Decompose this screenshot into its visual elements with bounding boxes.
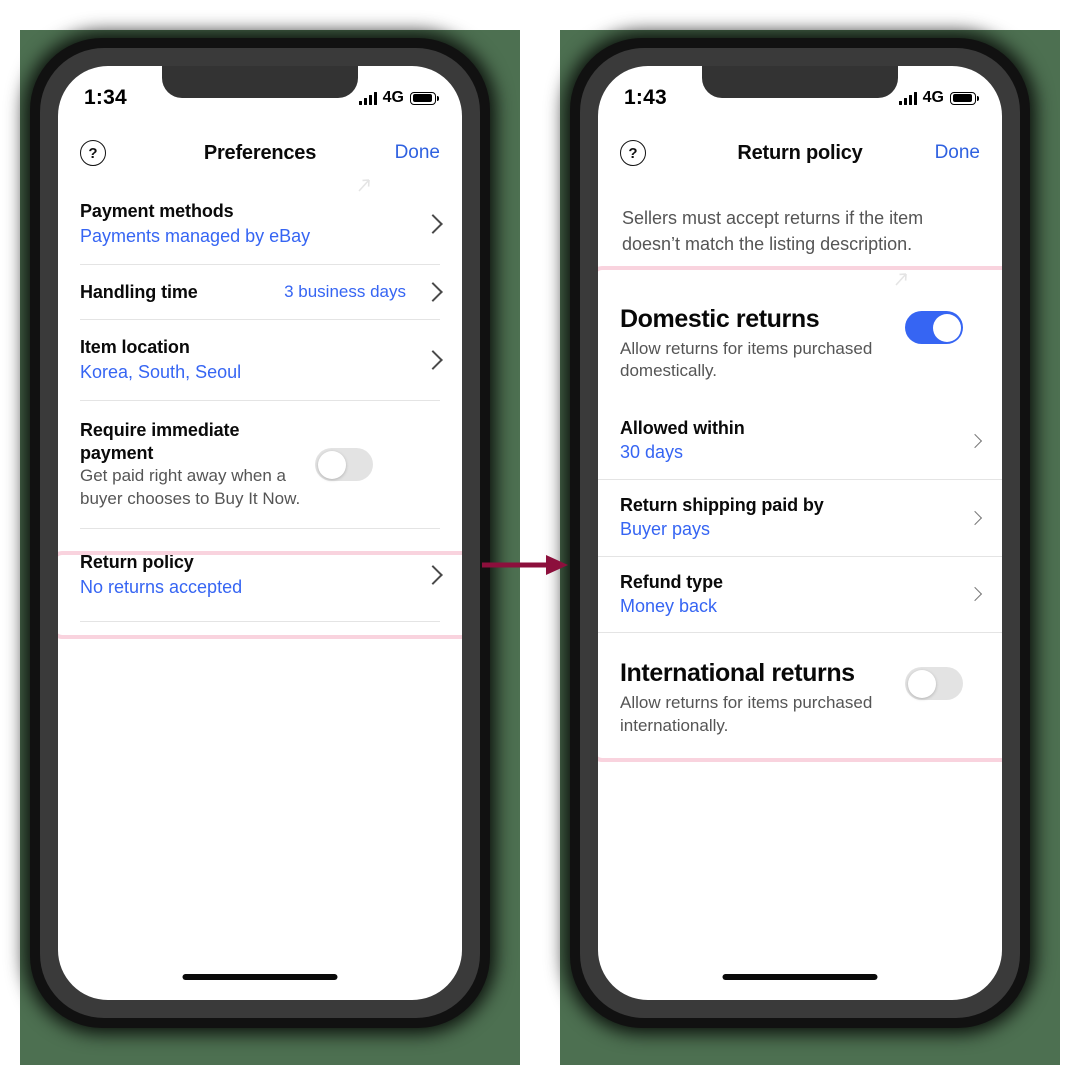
device-notch	[702, 66, 898, 98]
row-text: International returns Allow returns for …	[620, 659, 895, 737]
network-type-label: 4G	[922, 89, 944, 106]
chevron-right-icon	[967, 433, 983, 448]
section-description: Allow returns for items purchased intern…	[620, 693, 873, 735]
chevron-right-icon	[423, 282, 443, 303]
row-value: 3 business days	[284, 282, 406, 302]
row-text: Return policy No returns accepted	[80, 551, 418, 599]
phone-bezel-right: 1:43 4G ? Return policy Done Sellers mus…	[580, 48, 1020, 1018]
help-circle-icon[interactable]: ?	[620, 140, 646, 166]
network-type-label: 4G	[382, 89, 404, 106]
list-item-allowed-within[interactable]: Allowed within 30 days	[598, 403, 1002, 479]
row-description: Get paid right away when a buyer chooses…	[80, 466, 301, 508]
status-time: 1:34	[84, 86, 127, 109]
list-item-item-location[interactable]: Item location Korea, South, Seoul	[58, 320, 462, 400]
flow-arrow-right-icon	[482, 555, 568, 575]
row-text: Refund type Money back	[620, 571, 962, 619]
row-title: Return policy	[80, 552, 194, 573]
help-circle-icon[interactable]: ?	[80, 140, 106, 166]
row-text: Return shipping paid by Buyer pays	[620, 494, 962, 542]
row-text: Item location Korea, South, Seoul	[80, 336, 418, 384]
toggle-require-immediate-payment[interactable]	[315, 448, 373, 482]
home-indicator	[182, 974, 338, 980]
row-value: No returns accepted	[80, 576, 243, 597]
toggle-knob	[907, 669, 936, 698]
section-title: International returns	[620, 659, 855, 688]
status-time: 1:43	[624, 86, 667, 109]
nav-bar: ? Return policy Done	[598, 122, 1002, 184]
chevron-right-icon	[423, 350, 443, 371]
signal-bars-icon	[898, 91, 917, 105]
row-value: Buyer pays	[620, 519, 711, 540]
row-title: Return shipping paid by	[620, 494, 824, 515]
screen-corner-marker-bottom-left	[598, 974, 624, 1000]
phone-device-left: 1:34 4G ? Preferences Done Payment metho…	[30, 38, 490, 1028]
row-title: Allowed within	[620, 417, 745, 438]
row-text: Allowed within 30 days	[620, 417, 962, 465]
row-title: Handling time	[80, 281, 198, 302]
signal-bars-icon	[358, 91, 377, 105]
home-indicator	[722, 974, 878, 980]
toggle-international-returns[interactable]	[905, 667, 963, 701]
row-text: Domestic returns Allow returns for items…	[620, 305, 895, 383]
list-item-require-immediate-payment[interactable]: Require immediate payment Get paid right…	[58, 401, 462, 528]
status-indicators: 4G	[898, 81, 979, 107]
row-text: Payment methods Payments managed by eBay	[80, 200, 418, 248]
screenshot-stage: 1:34 4G ? Preferences Done Payment metho…	[0, 0, 1080, 1080]
list-item-refund-type[interactable]: Refund type Money back	[598, 557, 1002, 633]
section-domestic-returns[interactable]: Domestic returns Allow returns for items…	[598, 283, 1002, 403]
screen-corner-marker-bottom-left	[58, 974, 84, 1000]
phone-bezel-left: 1:34 4G ? Preferences Done Payment metho…	[40, 48, 480, 1018]
list-item-payment-methods[interactable]: Payment methods Payments managed by eBay	[58, 184, 462, 264]
section-international-returns[interactable]: International returns Allow returns for …	[598, 633, 1002, 763]
chevron-right-icon	[967, 510, 983, 525]
row-text: Handling time	[80, 281, 284, 304]
battery-full-icon	[410, 91, 439, 105]
toggle-knob	[932, 313, 961, 342]
phone-screen-return-policy: 1:43 4G ? Return policy Done Sellers mus…	[598, 66, 1002, 1000]
policy-intro-text: Sellers must accept returns if the item …	[622, 208, 924, 254]
chevron-right-icon	[423, 565, 443, 585]
row-title: Refund type	[620, 571, 723, 592]
battery-full-icon	[950, 91, 979, 105]
done-button[interactable]: Done	[395, 142, 440, 164]
toggle-domestic-returns[interactable]	[905, 311, 963, 345]
phone-screen-preferences: 1:34 4G ? Preferences Done Payment metho…	[58, 66, 462, 1000]
row-text: Require immediate payment Get paid right…	[80, 419, 305, 510]
list-item-return-shipping-paid-by[interactable]: Return shipping paid by Buyer pays	[598, 480, 1002, 556]
section-title: Domestic returns	[620, 305, 820, 334]
screen-corner-marker-bottom-right	[976, 974, 1002, 1000]
toggle-knob	[317, 450, 346, 479]
return-policy-list: Domestic returns Allow returns for items…	[598, 283, 1002, 763]
row-value: Money back	[620, 596, 718, 616]
list-item-return-policy[interactable]: Return policy No returns accepted	[58, 529, 462, 621]
row-title: Payment methods	[80, 201, 234, 221]
done-button[interactable]: Done	[935, 142, 980, 164]
chevron-right-icon	[423, 214, 443, 234]
list-divider	[80, 621, 440, 623]
status-indicators: 4G	[358, 81, 439, 107]
screen-corner-marker-bottom-right	[436, 974, 462, 1000]
device-notch	[162, 66, 358, 98]
row-value: Korea, South, Seoul	[80, 361, 242, 382]
list-item-handling-time[interactable]: Handling time 3 business days	[58, 265, 462, 320]
row-title: Require immediate payment	[80, 420, 240, 463]
row-value: 30 days	[620, 442, 684, 463]
preferences-list: Payment methods Payments managed by eBay	[58, 179, 462, 623]
nav-bar: ? Preferences Done	[58, 122, 462, 184]
row-title: Item location	[80, 337, 190, 358]
section-description: Allow returns for items purchased domest…	[620, 338, 873, 381]
phone-device-right: 1:43 4G ? Return policy Done Sellers mus…	[570, 38, 1030, 1028]
row-value: Payments managed by eBay	[80, 225, 311, 246]
chevron-right-icon	[967, 587, 983, 602]
